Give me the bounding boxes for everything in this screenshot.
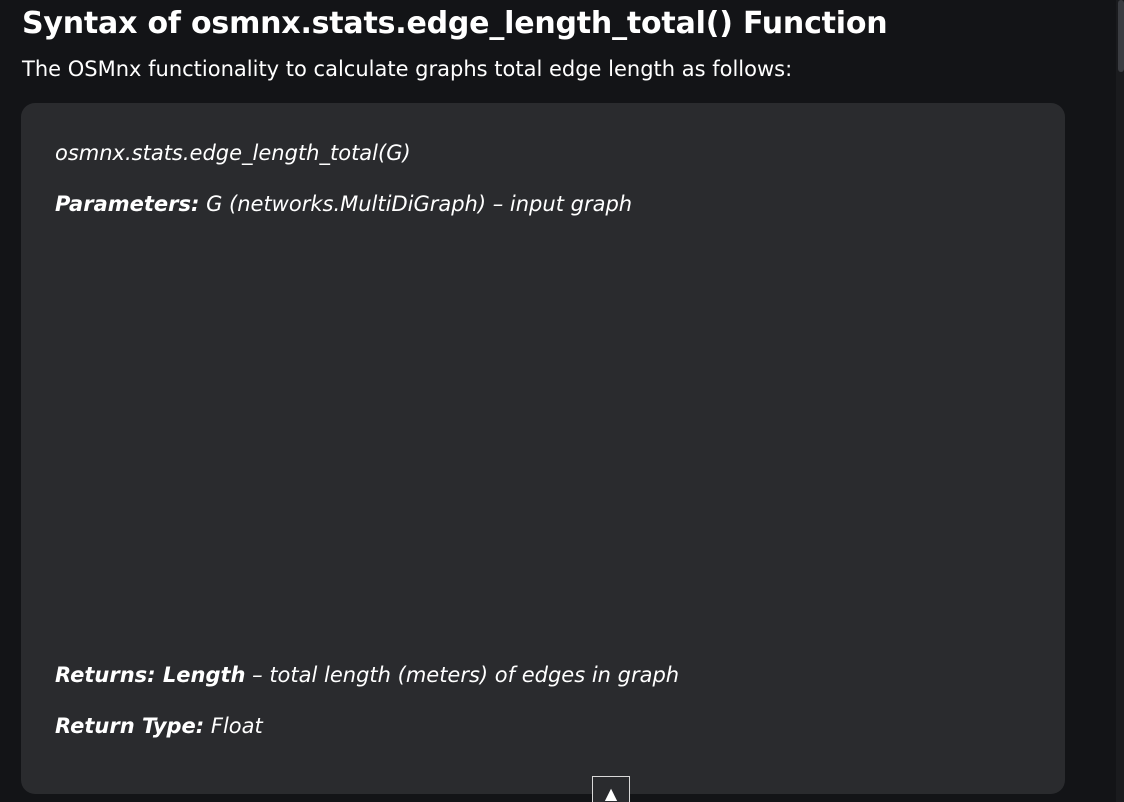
return-type-label: Return Type: [55, 714, 205, 738]
parameters-label: Parameters: [55, 192, 200, 216]
returns-label: Returns: Length [55, 663, 246, 687]
section-title: Syntax of osmnx.stats.edge_length_total(… [22, 6, 888, 41]
returns-line: Returns: Length – total length (meters) … [55, 663, 679, 687]
scrollbar-thumb[interactable] [1118, 0, 1124, 72]
up-arrow-icon: ▲ [604, 784, 618, 802]
returns-text: – total length (meters) of edges in grap… [245, 663, 680, 687]
page-scrollbar[interactable] [1116, 0, 1124, 802]
section-intro: The OSMnx functionality to calculate gra… [22, 57, 793, 81]
return-type-line: Return Type: Float [55, 714, 263, 738]
parameters-text: G (networks.MultiDiGraph) – input graph [199, 192, 633, 216]
syntax-box: osmnx.stats.edge_length_total(G) Paramet… [21, 103, 1065, 794]
return-type-text: Float [204, 714, 263, 738]
scroll-to-top-button[interactable]: ▲ [592, 776, 630, 802]
parameters-line: Parameters: G (networks.MultiDiGraph) – … [55, 192, 632, 216]
function-signature: osmnx.stats.edge_length_total(G) [55, 141, 411, 165]
article-page: Syntax of osmnx.stats.edge_length_total(… [0, 0, 1124, 802]
